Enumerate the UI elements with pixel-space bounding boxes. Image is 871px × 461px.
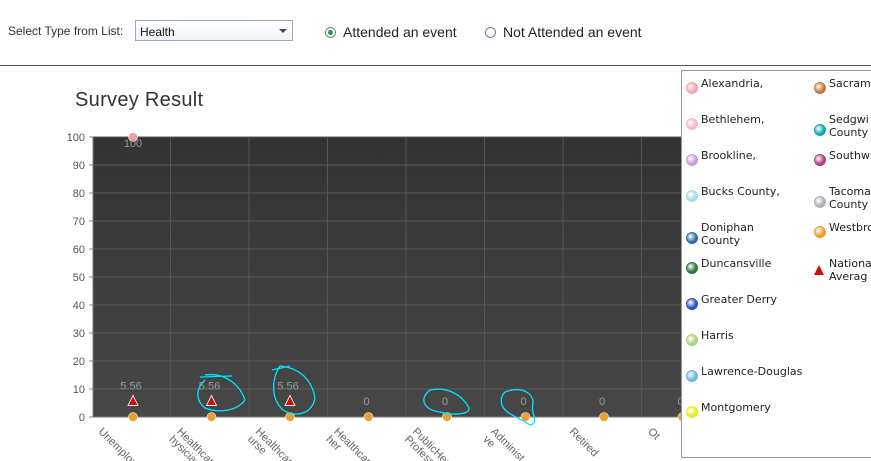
legend-item-label: Sacram xyxy=(829,77,871,90)
x-tick-label: Healthcareurse xyxy=(245,426,299,461)
y-tick-label: 80 xyxy=(73,188,85,200)
legend-item-label: Duncansville xyxy=(701,257,772,270)
x-tick-label-line: Retired xyxy=(567,426,601,460)
legend-item-marker xyxy=(686,117,698,130)
y-tick-label: 0 xyxy=(79,412,85,424)
legend-item-marker xyxy=(686,81,698,94)
legend-item-marker xyxy=(686,153,698,166)
chart-legend: Alexandria, Bethlehem, Brookline, Bucks Cou… xyxy=(681,70,871,458)
legend-item-label: Lawrence-Douglas xyxy=(701,365,803,378)
x-tick-label: PublicHealProfessio xyxy=(402,426,455,461)
y-tick-label: 90 xyxy=(73,160,85,172)
y-tick-label: 60 xyxy=(73,244,85,256)
point-westbro xyxy=(599,412,609,422)
legend-item-marker xyxy=(686,369,698,382)
y-tick-label: 30 xyxy=(73,328,85,340)
point-westbro xyxy=(363,412,374,422)
x-tick-label: Retired xyxy=(567,426,601,460)
legend-item-label: Nationa Averag xyxy=(829,257,871,283)
y-tick-label: 20 xyxy=(73,356,85,368)
y-tick-label: 40 xyxy=(73,300,85,312)
y-axis: 0 10 20 30 40 50 60 70 80 90 100 xyxy=(67,132,94,424)
legend-item-marker xyxy=(814,124,826,136)
legend-item-label: Alexandria, xyxy=(701,77,764,90)
x-tick-label-line: Ot xyxy=(645,426,662,443)
data-label: 0 xyxy=(599,396,605,408)
legend-item-label: Tacoma County xyxy=(829,185,871,211)
y-tick-label: 50 xyxy=(73,272,85,284)
legend-item-marker xyxy=(814,225,826,238)
data-label: 5.56 xyxy=(277,380,298,392)
point-westbro xyxy=(128,412,138,422)
data-label: 0 xyxy=(442,396,448,408)
legend-item-label: Montgomery xyxy=(701,401,771,414)
x-tick-label: Unemploye xyxy=(96,426,144,461)
y-tick-label: 10 xyxy=(73,384,85,396)
legend-item-label: Westbro xyxy=(829,221,871,234)
x-tick-label: Ot xyxy=(645,426,662,443)
legend-item-marker xyxy=(814,81,826,94)
legend-item-label: Southw xyxy=(829,149,870,162)
legend-item-label: Sedgwi County xyxy=(829,113,869,139)
data-label: 0 xyxy=(363,396,369,408)
data-label: 5.56 xyxy=(120,380,141,392)
data-label: 0 xyxy=(520,396,526,408)
legend-item-marker xyxy=(686,261,698,274)
legend-item-label: Harris xyxy=(701,329,734,342)
y-tick-label: 100 xyxy=(67,132,85,144)
data-label-top: 100 xyxy=(124,138,142,150)
legend-item-marker xyxy=(686,297,698,310)
x-tick-label: Healthcareher xyxy=(324,426,378,461)
legend-item-marker xyxy=(814,265,824,275)
legend-item-marker xyxy=(686,405,698,418)
legend-item-label: Greater Derry xyxy=(701,293,778,306)
legend-item-label: Brookline, xyxy=(701,149,757,162)
x-tick-label: Administve xyxy=(481,426,527,461)
legend-item-marker xyxy=(814,153,826,166)
x-axis: Unemploye Healthcarhysician Healthcareurse… xyxy=(93,416,693,461)
y-tick-label: 70 xyxy=(73,216,85,228)
x-tick-label-line: Unemploye xyxy=(96,426,144,461)
legend-item-marker xyxy=(686,232,698,244)
legend-item-marker xyxy=(814,196,826,208)
legend-item-marker xyxy=(686,333,698,346)
point-westbro xyxy=(206,412,217,422)
legend-item-label: Doniphan County xyxy=(701,221,754,247)
x-tick-label: Healthcarhysician xyxy=(167,426,217,461)
legend-item-label: Bethlehem, xyxy=(701,113,765,126)
legend-item-label: Bucks County, xyxy=(701,185,780,198)
legend-item-marker xyxy=(686,189,698,202)
